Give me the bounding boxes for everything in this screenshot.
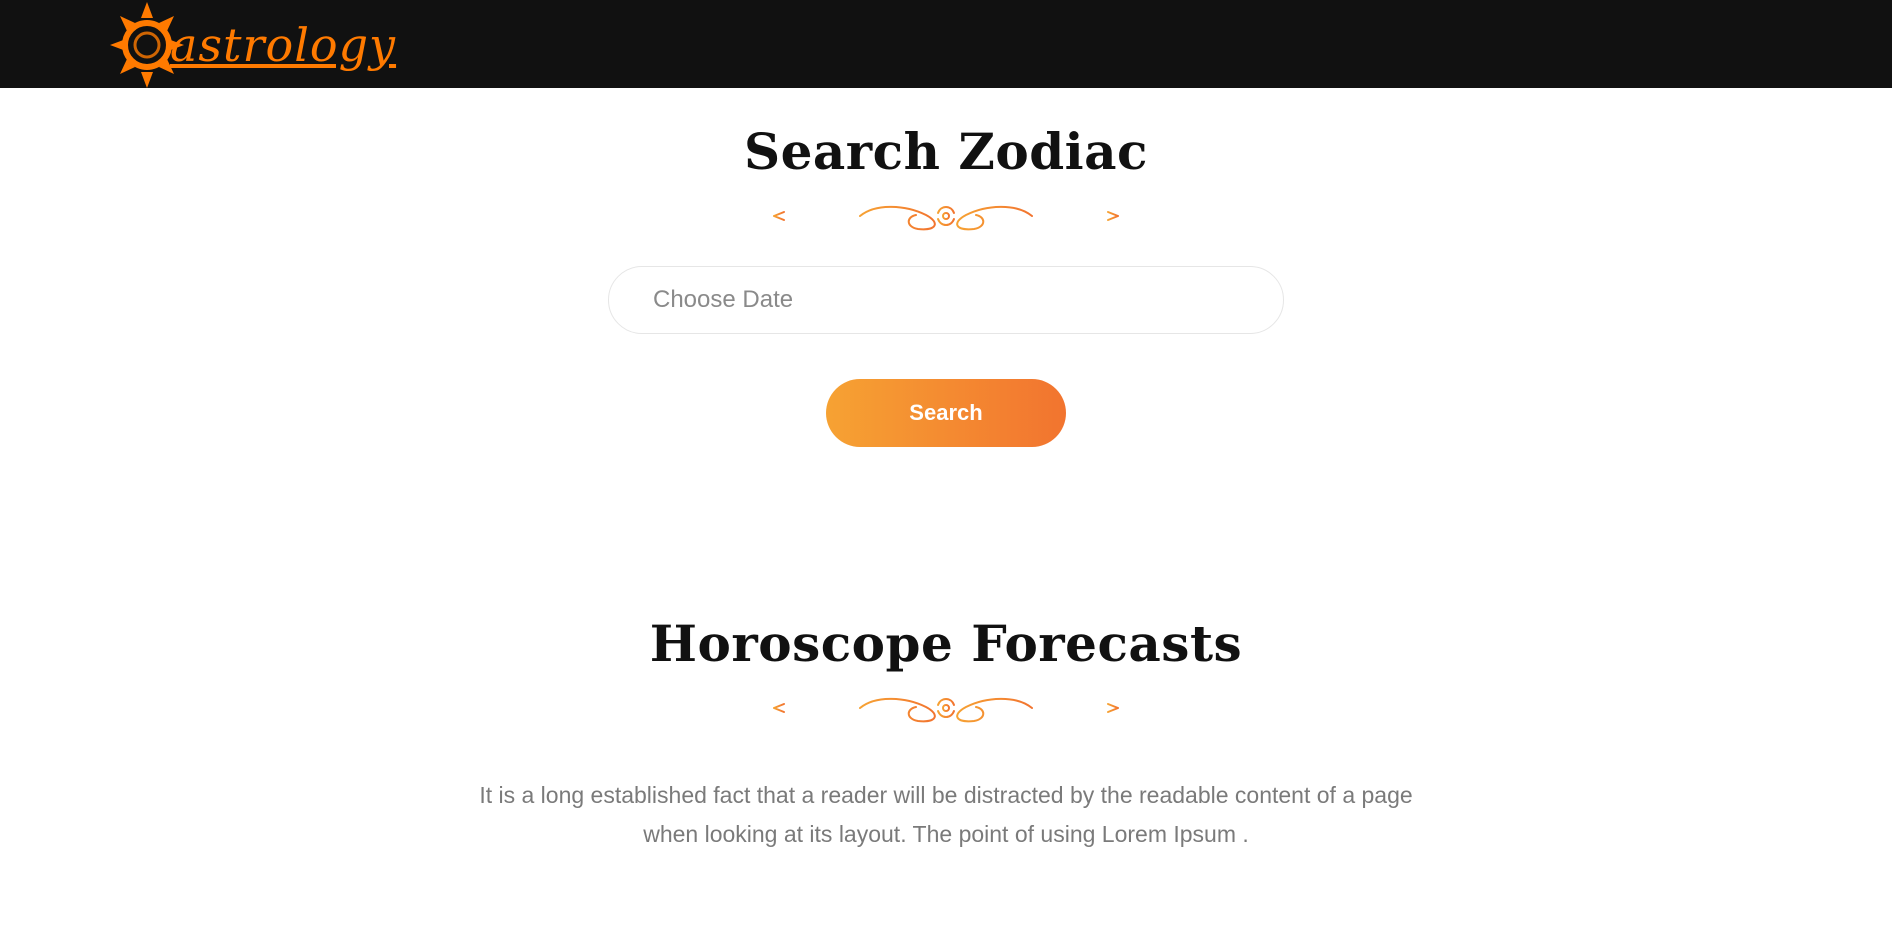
choose-date-input[interactable] xyxy=(608,266,1284,334)
brand-name: astrology xyxy=(170,18,397,72)
search-zodiac-section: Search Zodiac xyxy=(0,122,1892,233)
search-zodiac-title: Search Zodiac xyxy=(743,122,1148,181)
ornament-divider-icon xyxy=(766,691,1126,725)
brand-logo-link[interactable]: astrology xyxy=(108,0,395,90)
ornament-divider-icon xyxy=(766,199,1126,233)
search-button[interactable]: Search xyxy=(826,379,1066,447)
horoscope-forecasts-title: Horoscope Forecasts xyxy=(649,614,1243,673)
top-header: astrology xyxy=(0,0,1892,88)
horoscope-forecasts-section: Horoscope Forecasts xyxy=(0,614,1892,725)
horoscope-forecasts-description: It is a long established fact that a rea… xyxy=(479,782,1413,847)
date-search-wrapper xyxy=(608,266,1284,334)
